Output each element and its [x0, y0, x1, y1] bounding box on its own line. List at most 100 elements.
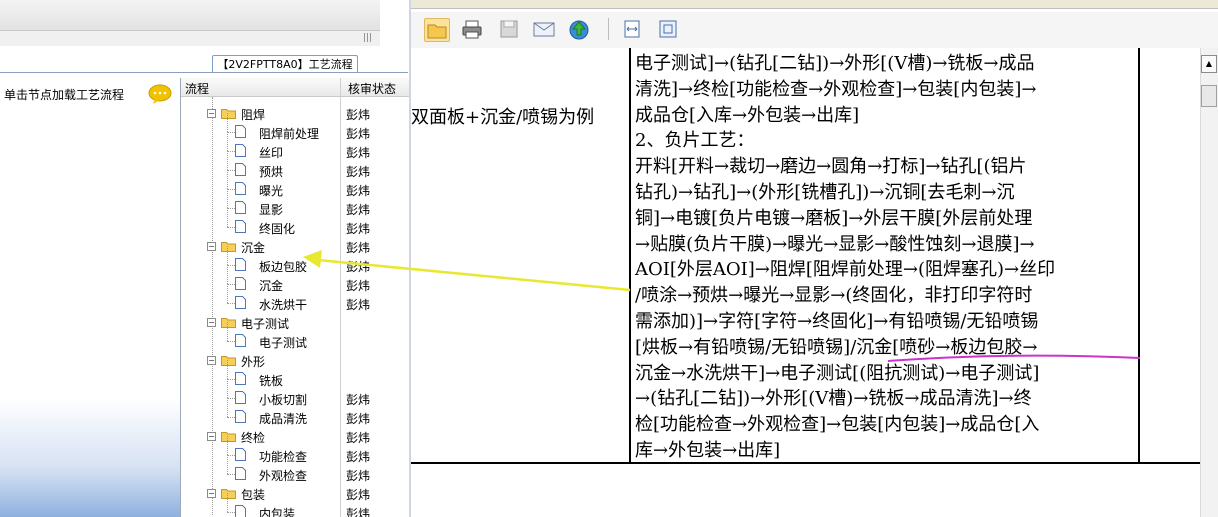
content-line: AOI[外层AOI]→阻焊[阻焊前处理→(阻焊塞孔)→丝印	[635, 259, 1056, 281]
collapse-toggle-icon[interactable]: −	[207, 489, 216, 498]
tree-guide-line	[227, 436, 228, 455]
tree-node-status: 彭炜	[346, 431, 371, 445]
tree-guide-line	[227, 284, 228, 303]
tree-folder-node[interactable]: − 包装 彭炜	[181, 484, 409, 503]
tree-guide-line	[227, 113, 228, 132]
tree-node-label: 阻焊	[241, 108, 266, 122]
tree-node-status: 彭炜	[346, 108, 371, 122]
document-icon	[235, 467, 246, 480]
tree-leaf-node[interactable]: 铣板	[181, 360, 409, 389]
document-icon	[235, 220, 246, 233]
tree-folder-node[interactable]: − 阻焊 彭炜	[181, 104, 409, 123]
tree-branch-line	[227, 284, 235, 285]
window-top-strip	[411, 0, 1218, 9]
tree-node-status: 彭炜	[346, 146, 371, 160]
tree-leaf-node[interactable]: 预烘 彭炜	[181, 151, 409, 180]
tree-node-status: 彭炜	[346, 127, 371, 141]
content-line: [烘板→有铅喷锡/无铅喷锡]/沉金[喷砂→板边包胶→	[635, 336, 1038, 358]
tree-node-label: 丝印	[259, 146, 284, 160]
tree-leaf-node[interactable]: 板边包胶 彭炜	[181, 246, 409, 275]
tree-folder-node[interactable]: − 外形	[181, 351, 409, 370]
tree-leaf-node[interactable]: 丝印 彭炜	[181, 132, 409, 161]
tree-node-status: 彭炜	[346, 260, 371, 274]
document-icon	[235, 391, 246, 404]
document-icon	[235, 505, 246, 517]
content-line: /喷涂→预烘→曝光→显影→(终固化，非打印字符时	[635, 285, 1033, 307]
tree-branch-line	[227, 303, 235, 304]
flow-tab-title[interactable]: 【2V2FPTT8A0】工艺流程	[212, 55, 358, 73]
tree-leaf-node[interactable]: 电子测试	[181, 322, 409, 351]
tree-leaf-node[interactable]: 功能检查 彭炜	[181, 436, 409, 465]
document-icon	[235, 334, 246, 347]
save-icon[interactable]	[497, 18, 521, 40]
tree-leaf-node[interactable]: 曝光 彭炜	[181, 170, 409, 199]
tree-folder-node[interactable]: − 电子测试	[181, 313, 409, 332]
scroll-thumb[interactable]	[1201, 85, 1217, 107]
tree-node-label: 终固化	[259, 222, 296, 236]
print-icon[interactable]	[460, 18, 484, 40]
fit-page-icon[interactable]	[620, 18, 644, 40]
tree-node-label: 电子测试	[259, 336, 308, 350]
tree-leaf-node[interactable]: 内包装 彭炜	[181, 493, 409, 517]
document-icon	[235, 201, 246, 214]
content-line: 铜]→电镀[负片电镀→磨板]→外层干膜[外层前处理	[635, 207, 1033, 229]
scroll-up-arrow-icon[interactable]: ▲	[1201, 55, 1217, 73]
collapse-toggle-icon[interactable]: −	[207, 242, 216, 251]
content-line: 需添加)]→字符[字符→终固化]→有铅喷锡/无铅喷锡	[635, 310, 1039, 332]
content-line: 2、负片工艺：	[635, 130, 755, 152]
tree-node-label: 小板切割	[259, 393, 308, 407]
tree-node-status: 彭炜	[346, 393, 371, 407]
content-line: 清洗]→终检[功能检查→外观检查]→包装[内包装]→	[635, 78, 1037, 100]
tree-folder-node[interactable]: − 终检 彭炜	[181, 427, 409, 446]
tree-leaf-node[interactable]: 外观检查 彭炜	[181, 455, 409, 484]
tree-leaf-node[interactable]: 终固化 彭炜	[181, 208, 409, 237]
tree-leaf-node[interactable]: 小板切割 彭炜	[181, 379, 409, 408]
tree-node-status: 彭炜	[346, 184, 371, 198]
tree-folder-node[interactable]: − 沉金 彭炜	[181, 237, 409, 256]
document-icon	[235, 410, 246, 423]
collapse-toggle-icon[interactable]: −	[207, 432, 216, 441]
column-header-status[interactable]: 核审状态	[348, 80, 396, 97]
tree-guide-line	[227, 379, 228, 398]
tree-branch-line	[227, 227, 235, 228]
fit-window-icon[interactable]	[656, 18, 680, 40]
tree-node-status: 彭炜	[346, 412, 371, 426]
horizontal-scroll-grip[interactable]: |||	[363, 33, 372, 43]
tree-guide-line	[227, 265, 228, 284]
publish-icon[interactable]	[567, 18, 591, 40]
tree-branch-line	[227, 170, 235, 171]
folder-icon	[221, 432, 236, 442]
vertical-scrollbar[interactable]	[1200, 48, 1218, 517]
email-icon[interactable]	[532, 18, 556, 40]
content-line: 库→外包装→出库]	[635, 439, 781, 461]
tree-leaf-node[interactable]: 成品清洗 彭炜	[181, 398, 409, 427]
tree-guide-line	[227, 398, 228, 417]
tree-leaf-node[interactable]: 阻焊前处理 彭炜	[181, 113, 409, 142]
tree-leaf-node[interactable]: 水洗烘干 彭炜	[181, 284, 409, 313]
tree-branch-line	[227, 189, 235, 190]
collapse-toggle-icon[interactable]: −	[207, 318, 216, 327]
tree-node-label: 电子测试	[241, 317, 290, 331]
collapse-toggle-icon[interactable]: −	[207, 109, 216, 118]
content-line: →(钻孔[二钻])→外形[(V槽)→铣板→成品清洗]→终	[635, 388, 1032, 410]
tree-node-label: 曝光	[259, 184, 284, 198]
left-toolbar-strip	[0, 0, 380, 31]
tree-node-label: 预烘	[259, 165, 284, 179]
tree-node-label: 沉金	[259, 279, 284, 293]
document-icon	[235, 144, 246, 157]
tree-node-label: 阻焊前处理	[259, 127, 320, 141]
tree-leaf-node[interactable]: 显影 彭炜	[181, 189, 409, 218]
tree-branch-line	[227, 455, 235, 456]
folder-icon	[221, 242, 236, 252]
collapse-toggle-icon[interactable]: −	[207, 356, 216, 365]
hint-text: 单击节点加载工艺流程	[4, 88, 125, 102]
content-line: 开料[开料→裁切→磨边→圆角→打标]→钻孔[(铝片	[635, 156, 1027, 178]
tree-node-label: 包装	[241, 488, 266, 502]
chat-bubble-icon	[148, 84, 172, 104]
tree-node-status: 彭炜	[346, 450, 371, 464]
column-header-flow[interactable]: 流程	[185, 80, 209, 97]
tree-branch-line	[227, 379, 235, 380]
tree-leaf-node[interactable]: 沉金 彭炜	[181, 265, 409, 294]
open-folder-icon[interactable]	[424, 18, 450, 42]
content-line: 钻孔)→钻孔]→(外形[铣槽孔])→沉铜[去毛刺→沉	[635, 181, 1015, 203]
